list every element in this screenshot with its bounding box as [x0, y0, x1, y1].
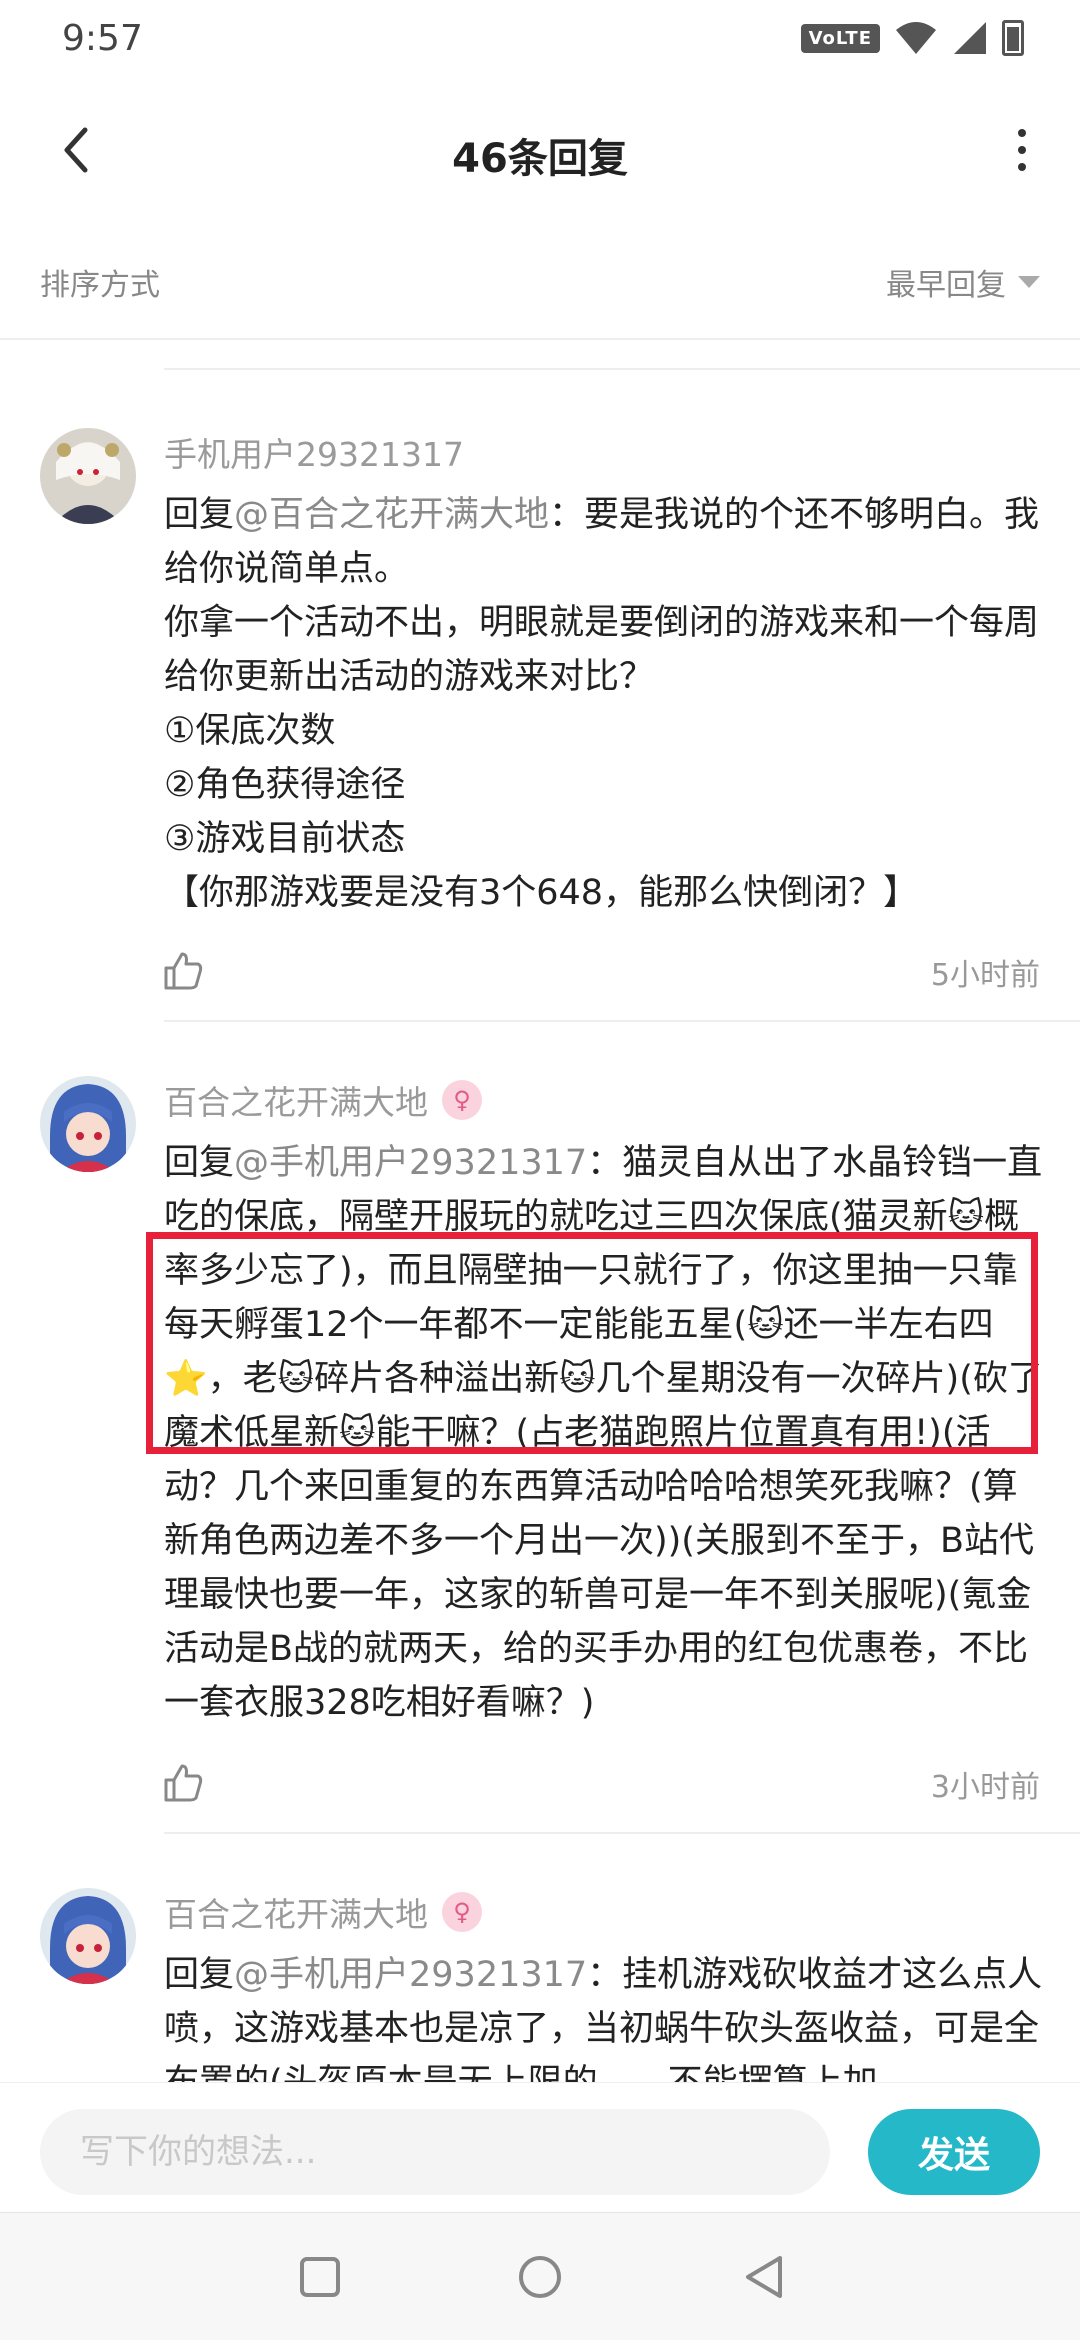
comment-list-clip: 百合之花开满大地 ♀ 回复@手机用户29321317：挂机游戏砍收益才这么点人喷…: [0, 0, 1080, 2082]
recent-apps-button[interactable]: [290, 2247, 350, 2307]
nav-square-icon: [300, 2257, 340, 2297]
home-button[interactable]: [510, 2247, 570, 2307]
avatar[interactable]: [40, 1888, 136, 1984]
comment-content: 回复@手机用户29321317：挂机游戏砍收益才这么点人喷，这游戏基本也是凉了，…: [164, 1955, 1043, 2082]
send-button[interactable]: 发送: [868, 2109, 1040, 2195]
user-badge-icon: ♀: [442, 1892, 482, 1932]
comment-input[interactable]: [40, 2109, 830, 2195]
nav-circle-icon: [519, 2256, 561, 2298]
nav-back-icon: [746, 2256, 782, 2298]
mention-link[interactable]: @手机用户29321317: [234, 1955, 587, 1995]
system-nav-bar: [0, 2212, 1080, 2340]
comment-composer: 发送: [0, 2082, 1080, 2212]
comment-username[interactable]: 百合之花开满大地 ♀: [164, 1888, 482, 1936]
nav-back-button[interactable]: [734, 2247, 794, 2307]
